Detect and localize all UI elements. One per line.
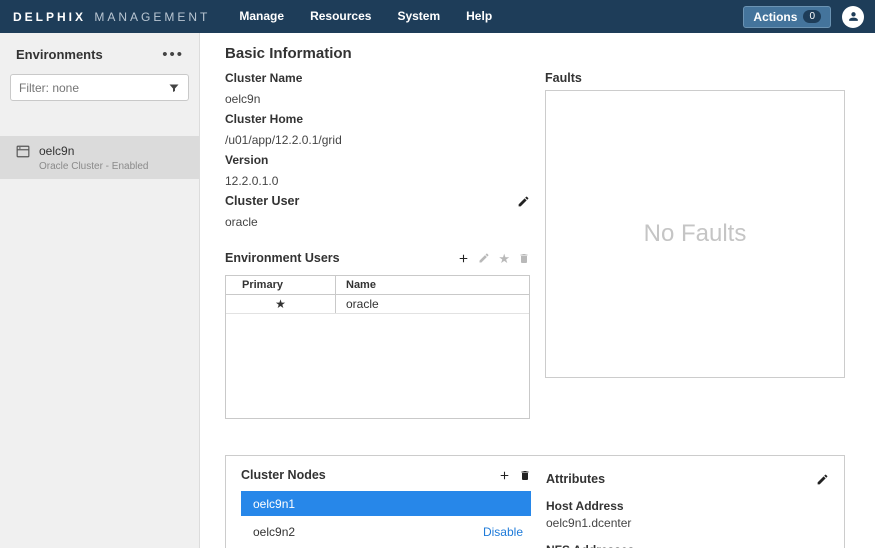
ellipsis-icon: •••: [162, 46, 184, 63]
attributes-title: Attributes: [546, 472, 605, 486]
column-header-primary: Primary: [226, 276, 336, 294]
nav-item-resources[interactable]: Resources: [297, 0, 384, 33]
field-value: oelc9n: [225, 92, 530, 106]
cluster-name-field: Cluster Name oelc9n: [225, 71, 530, 106]
pencil-icon: [478, 252, 490, 264]
sidebar-title: Environments: [16, 47, 103, 62]
primary-star-cell: ★: [226, 295, 336, 313]
host-address-value: oelc9n1.dcenter: [546, 516, 829, 530]
field-label: Cluster Name: [225, 71, 530, 85]
filter-button[interactable]: [168, 82, 180, 94]
cluster-node-oelc9n1[interactable]: oelc9n1: [241, 491, 531, 516]
environment-users-header: Environment Users ★: [225, 251, 530, 265]
nav-item-manage[interactable]: Manage: [226, 0, 297, 33]
cluster-user-header: Cluster User: [225, 194, 530, 208]
environments-sidebar: Environments ••• oelc9n: [0, 33, 200, 548]
environment-list: oelc9n Oracle Cluster - Enabled: [0, 136, 199, 179]
delete-user-button[interactable]: [518, 252, 530, 265]
field-label: Version: [225, 153, 530, 167]
actions-button[interactable]: Actions 0: [743, 6, 831, 28]
pencil-icon: [816, 473, 829, 486]
actions-button-label: Actions: [753, 10, 797, 24]
attributes-header: Attributes: [546, 472, 829, 486]
table-row-oracle[interactable]: ★ oracle: [226, 295, 529, 314]
trash-icon: [519, 469, 531, 482]
more-options-button[interactable]: •••: [162, 50, 184, 60]
cluster-user-label: Cluster User: [225, 194, 299, 208]
delphix-logo: DELPHIX MANAGEMENT: [13, 10, 210, 24]
edit-cluster-user-button[interactable]: [517, 195, 530, 208]
no-faults-message: No Faults: [644, 220, 747, 248]
plus-icon: [498, 469, 511, 482]
set-primary-user-button[interactable]: ★: [498, 252, 510, 265]
actions-count-badge: 0: [803, 10, 821, 23]
column-header-name: Name: [336, 276, 529, 294]
faults-panel: No Faults: [545, 90, 845, 378]
plus-icon: [457, 252, 470, 265]
cluster-details-card: Cluster Nodes: [225, 455, 845, 548]
cluster-user-value: oracle: [225, 215, 530, 229]
field-label: Cluster Home: [225, 112, 530, 126]
environment-users-title: Environment Users: [225, 251, 340, 265]
disable-node-link[interactable]: Disable: [483, 525, 523, 539]
add-user-button[interactable]: [457, 252, 470, 265]
brand-name: DELPHIX: [13, 10, 86, 24]
topbar-right-controls: Actions 0: [743, 6, 875, 28]
filter-container: [10, 74, 189, 101]
edit-user-button[interactable]: [478, 252, 490, 264]
cluster-nodes-header: Cluster Nodes: [241, 468, 531, 482]
nav-item-help[interactable]: Help: [453, 0, 505, 33]
cluster-node-oelc9n2[interactable]: oelc9n2 Disable: [241, 519, 531, 544]
brand-suffix: MANAGEMENT: [94, 10, 210, 24]
cluster-nodes-title: Cluster Nodes: [241, 468, 326, 482]
cluster-home-field: Cluster Home /u01/app/12.2.0.1/grid: [225, 112, 530, 147]
edit-attributes-button[interactable]: [816, 473, 829, 486]
main-navigation: Manage Resources System Help: [226, 0, 505, 33]
cluster-environment-icon: [16, 145, 30, 158]
cluster-nodes-toolbar: [498, 469, 531, 482]
table-header-row: Primary Name: [226, 276, 529, 295]
host-address-label: Host Address: [546, 499, 829, 513]
environment-subtitle: Oracle Cluster - Enabled: [39, 161, 149, 172]
delete-node-button[interactable]: [519, 469, 531, 482]
environment-users-toolbar: ★: [457, 252, 530, 265]
pencil-icon: [517, 195, 530, 208]
environment-users-table: Primary Name ★ oracle: [225, 275, 530, 419]
filter-funnel-icon: [168, 82, 180, 94]
field-value: 12.2.0.1.0: [225, 174, 530, 188]
node-name: oelc9n1: [253, 497, 295, 511]
main-content: Basic Information Cluster Name oelc9n Cl…: [200, 33, 875, 548]
version-field: Version 12.2.0.1.0: [225, 153, 530, 188]
cluster-nodes-panel: Cluster Nodes: [241, 468, 531, 547]
user-icon: [847, 10, 860, 23]
user-profile-button[interactable]: [842, 6, 864, 28]
nav-item-system[interactable]: System: [384, 0, 453, 33]
user-name-cell: oracle: [336, 295, 529, 313]
star-icon: ★: [498, 252, 510, 265]
cluster-node-list: oelc9n1 oelc9n2 Disable: [241, 491, 531, 544]
faults-title: Faults: [545, 71, 582, 85]
page-title: Basic Information: [225, 45, 352, 62]
field-value: /u01/app/12.2.0.1/grid: [225, 133, 530, 147]
trash-icon: [518, 252, 530, 265]
add-node-button[interactable]: [498, 469, 511, 482]
sidebar-header: Environments •••: [0, 33, 199, 74]
environment-name: oelc9n: [39, 144, 149, 158]
top-navigation-bar: DELPHIX MANAGEMENT Manage Resources Syst…: [0, 0, 875, 33]
nfs-addresses-label: NFS Addresses: [546, 543, 829, 548]
node-name: oelc9n2: [253, 525, 295, 539]
attributes-panel: Attributes Host Address oelc9n1.dcenter …: [546, 472, 829, 548]
environment-list-item-oelc9n[interactable]: oelc9n Oracle Cluster - Enabled: [0, 136, 199, 179]
basic-info-column: Cluster Name oelc9n Cluster Home /u01/ap…: [225, 71, 530, 419]
filter-input[interactable]: [19, 81, 168, 95]
